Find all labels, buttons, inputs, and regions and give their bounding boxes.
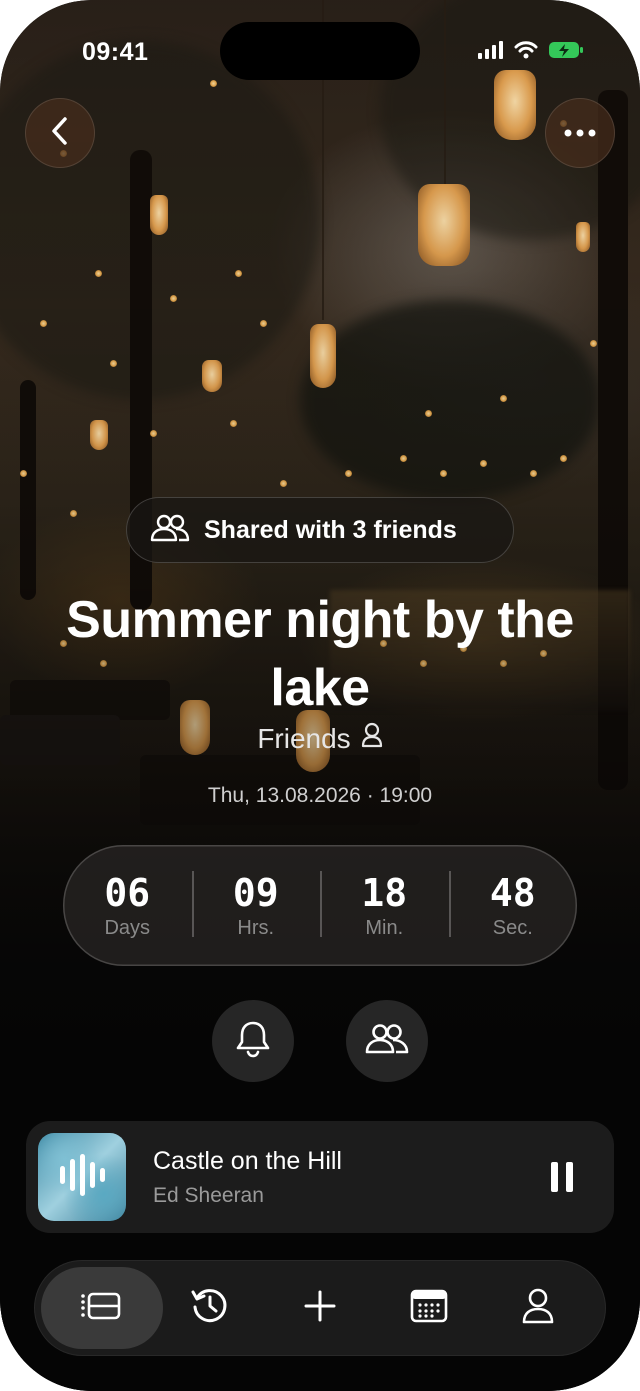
- tab-add-event[interactable]: [259, 1267, 381, 1349]
- shared-with-chip[interactable]: Shared with 3 friends: [126, 497, 514, 563]
- wifi-icon: [514, 41, 538, 64]
- list-icon: [79, 1288, 125, 1329]
- person-icon: [361, 722, 383, 755]
- battery-charging-icon: [548, 40, 584, 65]
- cellular-signal-icon: [478, 41, 504, 64]
- tab-calendar[interactable]: [368, 1267, 490, 1349]
- event-title: Summer night by the lake: [66, 591, 574, 717]
- countdown-hours: 09 Hrs.: [191, 871, 321, 940]
- participants-button[interactable]: [346, 1000, 428, 1082]
- more-options-button[interactable]: [545, 98, 615, 168]
- countdown-unit: Min.: [365, 917, 404, 939]
- song-artist: Ed Sheeran: [153, 1184, 264, 1207]
- people-icon: [365, 1023, 409, 1059]
- album-artwork: [38, 1133, 126, 1221]
- countdown-unit: Sec.: [492, 917, 533, 939]
- countdown-timer: 06 Days 09 Hrs. 18 Min. 48 Sec.: [63, 845, 577, 966]
- group-label: Friends: [257, 722, 351, 754]
- music-wave-icon: [52, 1150, 112, 1205]
- plus-icon: [303, 1289, 337, 1328]
- now-playing-card[interactable]: Castle on the Hill Ed Sheeran: [26, 1121, 614, 1233]
- dynamic-island: [220, 22, 420, 80]
- pause-icon: [551, 1162, 573, 1192]
- bell-icon: [235, 1020, 271, 1063]
- status-time: 09:41: [82, 38, 149, 66]
- chevron-left-icon: [50, 116, 70, 151]
- countdown-value: 09: [232, 871, 279, 915]
- reminder-button[interactable]: [212, 1000, 294, 1082]
- tab-events[interactable]: [41, 1267, 163, 1349]
- status-icons: [478, 40, 584, 65]
- back-button[interactable]: [25, 98, 95, 168]
- phone-screen: 09:41 Shared with 3 friends Summer night…: [0, 0, 640, 1391]
- countdown-unit: Days: [104, 917, 151, 939]
- countdown-value: 48: [489, 871, 536, 915]
- person-icon: [521, 1287, 555, 1330]
- event-group[interactable]: Friends: [0, 722, 640, 755]
- tab-bar: [34, 1260, 606, 1356]
- countdown-minutes: 18 Min.: [320, 871, 449, 940]
- pause-button[interactable]: [550, 1161, 574, 1193]
- countdown-value: 06: [104, 871, 151, 915]
- ellipsis-icon: [564, 124, 596, 142]
- song-title: Castle on the Hill: [153, 1147, 342, 1175]
- people-icon: [150, 514, 190, 547]
- status-bar: 09:41: [0, 0, 640, 100]
- tab-history[interactable]: [149, 1267, 271, 1349]
- countdown-unit: Hrs.: [237, 917, 275, 939]
- tab-profile[interactable]: [477, 1267, 599, 1349]
- countdown-days: 06 Days: [63, 871, 192, 940]
- shared-with-label: Shared with 3 friends: [204, 515, 457, 544]
- countdown-seconds: 48 Sec.: [448, 871, 578, 940]
- countdown-value: 18: [361, 871, 408, 915]
- history-icon: [190, 1286, 230, 1331]
- event-datetime: Thu, 13.08.2026 · 19:00: [207, 784, 433, 807]
- calendar-icon: [410, 1288, 448, 1329]
